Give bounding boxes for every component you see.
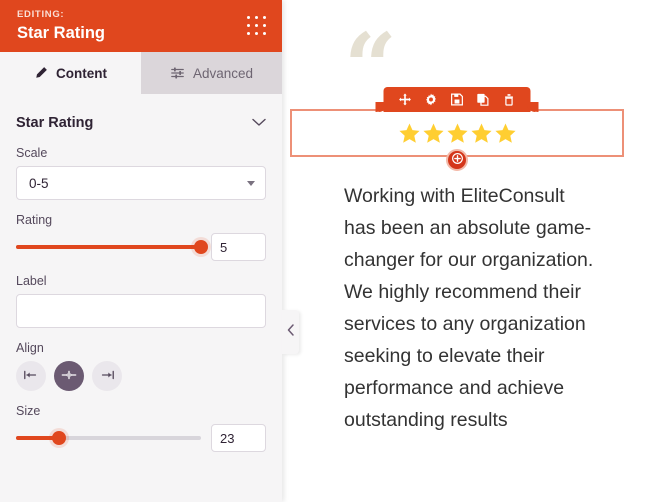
- editing-label: EDITING:: [17, 9, 65, 20]
- panel-header-text: EDITING: Star Rating: [17, 7, 105, 44]
- rating-slider-fill: [16, 245, 201, 249]
- star-icon[interactable]: [398, 122, 421, 145]
- duplicate-icon[interactable]: [477, 93, 490, 106]
- size-slider-thumb[interactable]: [51, 431, 66, 445]
- widget-toolbar: [375, 87, 539, 112]
- plus-circle-icon: [451, 151, 463, 169]
- rating-label: Rating: [16, 213, 53, 227]
- section-title: Star Rating: [16, 115, 94, 131]
- size-label: Size: [16, 404, 41, 418]
- field-size: Size: [16, 404, 266, 452]
- save-icon[interactable]: [451, 93, 464, 106]
- align-button-group: [16, 361, 266, 391]
- field-rating: Rating: [16, 213, 266, 261]
- align-center-button[interactable]: [54, 361, 84, 391]
- size-slider-row: [16, 424, 266, 452]
- star-icon[interactable]: [470, 122, 493, 145]
- tab-content[interactable]: Content: [0, 52, 141, 94]
- editor-app: EDITING: Star Rating Content Advanced St…: [0, 0, 662, 502]
- align-left-icon: [23, 369, 39, 384]
- align-right-button[interactable]: [92, 361, 122, 391]
- sliders-icon: [170, 66, 185, 80]
- editing-title: Star Rating: [17, 24, 106, 42]
- rating-input[interactable]: [211, 233, 266, 261]
- scale-select[interactable]: 0-5: [16, 166, 266, 200]
- preview-canvas: “ Working with EliteConsult has been an …: [282, 0, 662, 502]
- star-rating-display[interactable]: [398, 122, 517, 145]
- settings-panel: EDITING: Star Rating Content Advanced St…: [0, 0, 282, 502]
- star-icon[interactable]: [494, 122, 517, 145]
- align-right-icon: [99, 369, 115, 384]
- gear-icon[interactable]: [425, 93, 438, 106]
- field-align: Align: [16, 341, 266, 391]
- testimonial-text: Working with EliteConsult has been an ab…: [344, 185, 594, 431]
- rating-slider[interactable]: [16, 238, 208, 256]
- label-input[interactable]: [16, 294, 266, 328]
- size-input[interactable]: [211, 424, 266, 452]
- panel-tabs: Content Advanced: [0, 52, 282, 94]
- drag-handle-icon[interactable]: [247, 16, 268, 37]
- align-center-icon: [61, 369, 77, 384]
- pencil-icon: [34, 66, 48, 80]
- chevron-down-icon: [247, 180, 255, 186]
- field-label: Label: [16, 274, 266, 328]
- tab-content-label: Content: [56, 65, 107, 81]
- rating-slider-thumb[interactable]: [194, 240, 208, 254]
- panel-header: EDITING: Star Rating: [0, 0, 282, 52]
- star-icon[interactable]: [446, 122, 469, 145]
- scale-label: Scale: [16, 146, 48, 160]
- rating-slider-row: [16, 233, 266, 261]
- panel-collapse-handle[interactable]: [282, 310, 299, 354]
- align-left-button[interactable]: [16, 361, 46, 391]
- tab-advanced[interactable]: Advanced: [141, 52, 282, 94]
- add-element-button[interactable]: [446, 149, 468, 171]
- label-label: Label: [16, 274, 47, 288]
- scale-select-value: 0-5: [29, 175, 49, 191]
- section-star-rating-header[interactable]: Star Rating: [16, 94, 266, 146]
- tab-advanced-label: Advanced: [192, 65, 254, 81]
- field-scale: Scale 0-5: [16, 146, 266, 200]
- trash-icon[interactable]: [503, 93, 516, 106]
- size-slider[interactable]: [16, 429, 201, 447]
- align-label: Align: [16, 341, 44, 355]
- chevron-left-icon: [287, 323, 295, 341]
- chevron-down-icon[interactable]: [252, 114, 266, 132]
- move-icon[interactable]: [399, 93, 412, 106]
- star-icon[interactable]: [422, 122, 445, 145]
- panel-body: Star Rating Scale 0-5 Rating 5 Label Ali…: [0, 94, 282, 502]
